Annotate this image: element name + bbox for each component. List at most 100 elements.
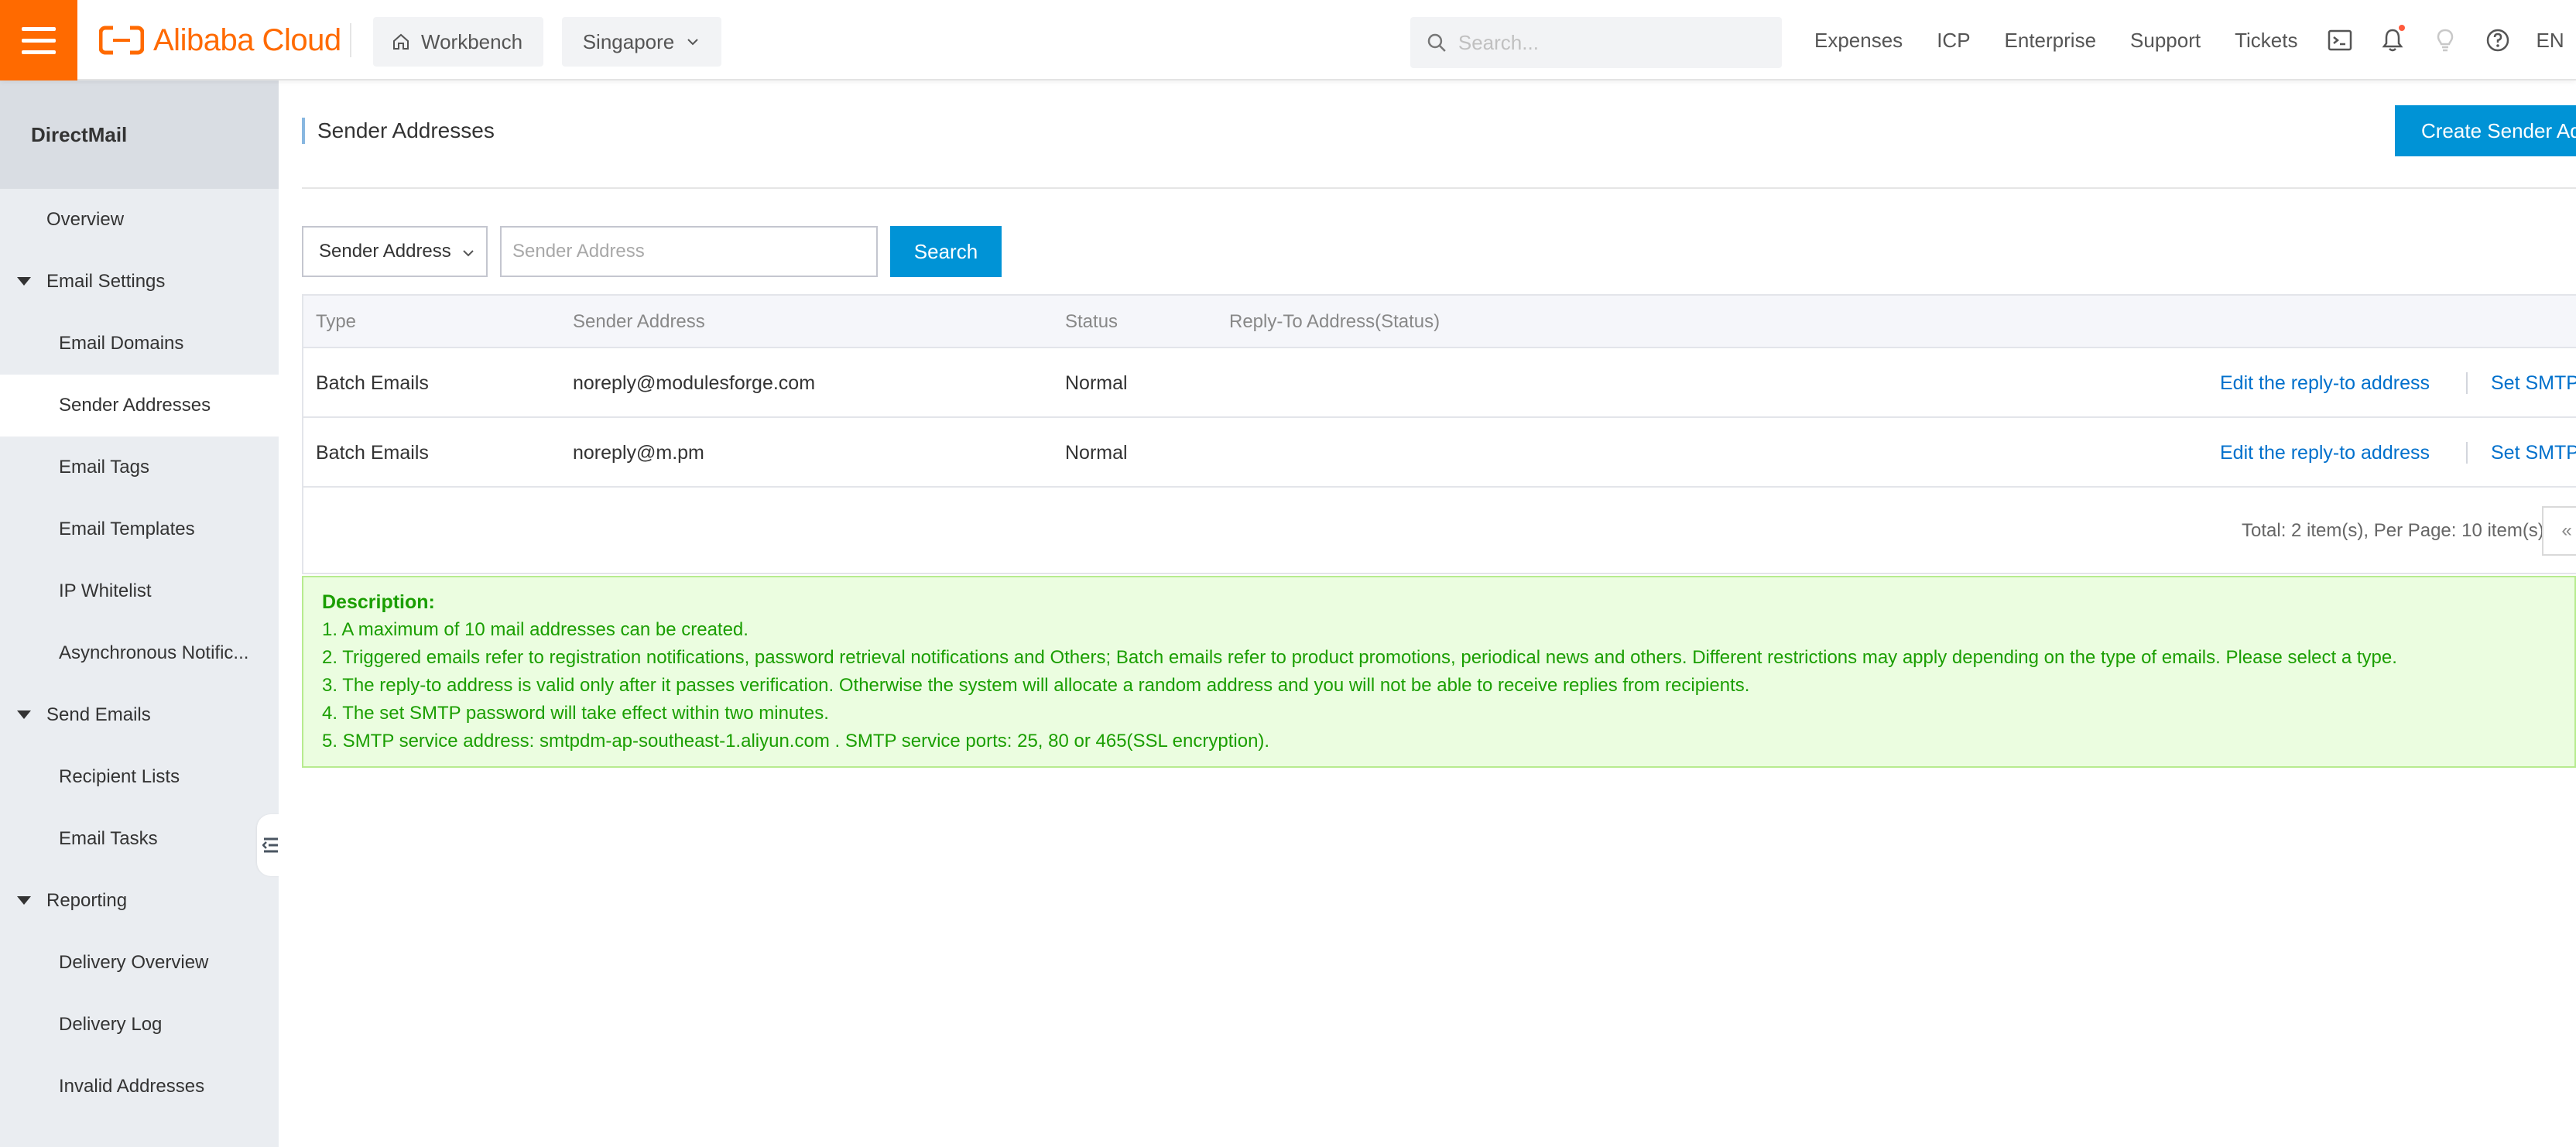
global-search-input[interactable] bbox=[1458, 30, 1766, 55]
enterprise-link[interactable]: Enterprise bbox=[2005, 29, 2097, 53]
sidebar-item-delivery-log[interactable]: Delivery Log bbox=[0, 994, 279, 1056]
global-search[interactable] bbox=[1410, 17, 1782, 68]
sidebar-item-label: Email Tasks bbox=[59, 828, 158, 849]
description-line: 3. The reply-to address is valid only af… bbox=[322, 675, 1750, 696]
description-title: Description: bbox=[322, 591, 435, 613]
action-divider bbox=[2466, 442, 2468, 464]
edit-reply-to-link[interactable]: Edit the reply-to address bbox=[2220, 418, 2430, 488]
language-switch[interactable]: EN bbox=[2537, 29, 2564, 53]
workbench-button[interactable]: Workbench bbox=[373, 17, 543, 67]
pagination-total: Total: 2 item(s), Per Page: 10 item(s) bbox=[2242, 520, 2544, 541]
home-icon bbox=[393, 33, 409, 50]
hamburger-menu-icon[interactable] bbox=[0, 0, 77, 80]
chevron-down-icon bbox=[463, 250, 474, 257]
caret-down-icon bbox=[17, 710, 31, 719]
description-line: 5. SMTP service address: smtpdm-ap-south… bbox=[322, 731, 1270, 752]
sidebar-item-label: Email Domains bbox=[59, 333, 184, 354]
filter-type-select[interactable]: Sender Address bbox=[302, 226, 488, 277]
expenses-link[interactable]: Expenses bbox=[1814, 29, 1903, 53]
pagination-bar: Total: 2 item(s), Per Page: 10 item(s) « bbox=[303, 488, 2576, 574]
table-header: Type Sender Address Status Reply-To Addr… bbox=[303, 296, 2576, 348]
cell-status: Normal bbox=[1065, 372, 1128, 394]
sidebar-item-email-domains[interactable]: Email Domains bbox=[0, 313, 279, 375]
icp-link[interactable]: ICP bbox=[1937, 29, 1970, 53]
description-line: 1. A maximum of 10 mail addresses can be… bbox=[322, 619, 748, 640]
table-row: Batch Emails noreply@modulesforge.com No… bbox=[303, 348, 2576, 418]
sender-address-table: Type Sender Address Status Reply-To Addr… bbox=[302, 294, 2576, 574]
action-divider bbox=[2466, 372, 2468, 394]
sidebar-item-email-templates[interactable]: Email Templates bbox=[0, 498, 279, 560]
sidebar-item-delivery-overview[interactable]: Delivery Overview bbox=[0, 932, 279, 994]
sidebar-item-label: Sender Addresses bbox=[59, 395, 211, 416]
sidebar-item-email-tags[interactable]: Email Tags bbox=[0, 437, 279, 498]
sidebar-item-label: IP Whitelist bbox=[59, 580, 152, 601]
sidebar-item-label: Recipient Lists bbox=[59, 766, 180, 787]
sidebar-item-ip-whitelist[interactable]: IP Whitelist bbox=[0, 560, 279, 622]
sidebar-item-label: Email Tags bbox=[59, 457, 149, 478]
sidebar-item-overview[interactable]: Overview bbox=[0, 189, 279, 251]
sidebar-item-label: Send Emails bbox=[46, 704, 151, 725]
workbench-label: Workbench bbox=[421, 29, 523, 53]
main-content: Sender Addresses Create Sender Address S… bbox=[279, 80, 2576, 1147]
description-notice: Description: 1. A maximum of 10 mail add… bbox=[302, 576, 2576, 768]
sidebar-item-label: Email Settings bbox=[46, 271, 166, 292]
cell-sender-address: noreply@modulesforge.com bbox=[573, 372, 816, 394]
top-navigation-bar: Alibaba Cloud Workbench Singapore Expens… bbox=[0, 0, 2576, 80]
help-icon[interactable] bbox=[2484, 26, 2512, 54]
sidebar-item-invalid-addresses[interactable]: Invalid Addresses bbox=[0, 1056, 279, 1118]
caret-down-icon bbox=[17, 277, 31, 286]
bell-icon[interactable] bbox=[2379, 25, 2406, 54]
tickets-link[interactable]: Tickets bbox=[2235, 29, 2297, 53]
description-line: 2. Triggered emails refer to registratio… bbox=[322, 647, 2397, 668]
cell-status: Normal bbox=[1065, 442, 1128, 464]
cell-type: Batch Emails bbox=[316, 442, 429, 464]
sender-address-search-input[interactable] bbox=[500, 226, 878, 277]
sidebar-item-async-notifications[interactable]: Asynchronous Notific... bbox=[0, 622, 279, 684]
cell-type: Batch Emails bbox=[316, 372, 429, 394]
sidebar-item-label: Email Templates bbox=[59, 519, 195, 539]
search-icon bbox=[1427, 33, 1446, 52]
notification-dot bbox=[2398, 25, 2405, 31]
pagination-prev-button[interactable]: « bbox=[2542, 506, 2576, 556]
sidebar-item-email-tasks[interactable]: Email Tasks bbox=[0, 808, 279, 870]
column-header-status: Status bbox=[1065, 311, 1118, 332]
caret-down-icon bbox=[17, 896, 31, 905]
set-smtp-password-link[interactable]: Set SMTP password bbox=[2491, 348, 2576, 418]
product-sidebar: DirectMail Overview Email Settings Email… bbox=[0, 80, 285, 1147]
sidebar-item-label: Delivery Log bbox=[59, 1014, 163, 1035]
console-app: Alibaba Cloud Workbench Singapore Expens… bbox=[0, 0, 2576, 1147]
support-link[interactable]: Support bbox=[2130, 29, 2201, 53]
page-header: Sender Addresses Create Sender Address bbox=[302, 80, 2576, 189]
logo-mark-icon bbox=[99, 26, 144, 55]
sidebar-item-label: Invalid Addresses bbox=[59, 1076, 205, 1097]
sidebar-group-send-emails[interactable]: Send Emails bbox=[0, 684, 279, 746]
filter-type-value: Sender Address bbox=[319, 241, 451, 262]
column-header-reply-to: Reply-To Address(Status) bbox=[1229, 311, 1440, 332]
column-header-type: Type bbox=[316, 311, 357, 332]
region-label: Singapore bbox=[582, 29, 675, 53]
sidebar-item-sender-addresses[interactable]: Sender Addresses bbox=[0, 375, 279, 437]
sidebar-item-label: Asynchronous Notific... bbox=[59, 642, 249, 663]
bulb-icon[interactable] bbox=[2431, 26, 2459, 54]
alibaba-cloud-logo[interactable]: Alibaba Cloud bbox=[99, 22, 341, 59]
description-line: 4. The set SMTP password will take effec… bbox=[322, 703, 829, 724]
region-selector[interactable]: Singapore bbox=[562, 17, 721, 67]
page-title: Sender Addresses bbox=[302, 118, 495, 144]
logo-divider bbox=[350, 23, 351, 57]
sidebar-group-email-settings[interactable]: Email Settings bbox=[0, 251, 279, 313]
sidebar-item-recipient-lists[interactable]: Recipient Lists bbox=[0, 746, 279, 808]
chevron-down-icon bbox=[687, 39, 698, 46]
search-button[interactable]: Search bbox=[890, 226, 1002, 277]
table-row: Batch Emails noreply@m.pm Normal Edit th… bbox=[303, 418, 2576, 488]
cell-sender-address: noreply@m.pm bbox=[573, 442, 704, 464]
sidebar-item-label: Delivery Overview bbox=[59, 952, 209, 973]
column-header-sender-address: Sender Address bbox=[573, 311, 705, 332]
sidebar-item-label: Reporting bbox=[46, 890, 128, 911]
set-smtp-password-link[interactable]: Set SMTP password bbox=[2491, 418, 2576, 488]
sidebar-group-reporting[interactable]: Reporting bbox=[0, 870, 279, 932]
terminal-icon[interactable] bbox=[2326, 26, 2354, 54]
brand-name: Alibaba Cloud bbox=[153, 22, 341, 57]
sidebar-item-label: Overview bbox=[46, 209, 125, 230]
create-sender-address-button[interactable]: Create Sender Address bbox=[2395, 105, 2576, 156]
edit-reply-to-link[interactable]: Edit the reply-to address bbox=[2220, 348, 2430, 418]
